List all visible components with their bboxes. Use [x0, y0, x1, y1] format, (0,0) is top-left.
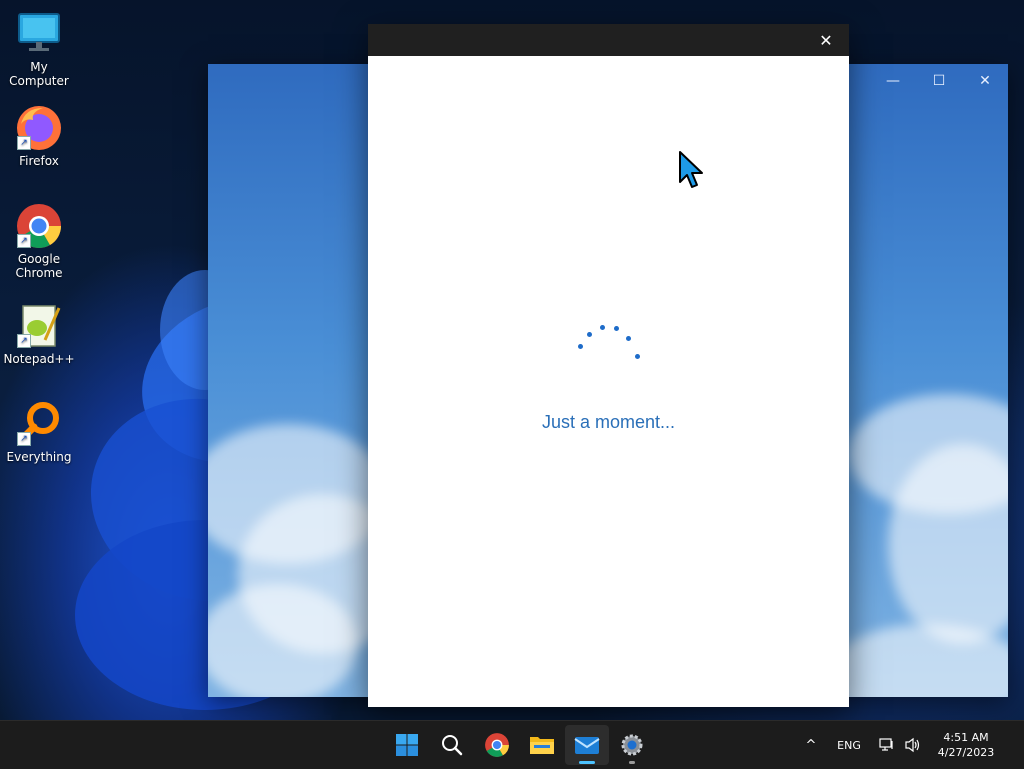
loading-dialog: ✕ Just a moment... — [368, 24, 849, 707]
dialog-titlebar[interactable]: ✕ — [368, 24, 849, 56]
spinner-dot — [635, 354, 640, 359]
chevron-up-icon: ^ — [805, 737, 817, 753]
shortcut-arrow-icon: ↗ — [17, 136, 31, 150]
clock[interactable]: 4:51 AM 4/27/2023 — [926, 730, 1024, 760]
desktop-icon-firefox[interactable]: ↗ Firefox — [0, 104, 78, 168]
notepadpp-icon: ↗ — [15, 302, 63, 350]
system-tray: ^ ENG 4:51 AM 4/27/2023 — [798, 721, 1024, 769]
spinner-dot — [587, 332, 592, 337]
spinner-dot — [600, 325, 605, 330]
mouse-cursor-icon — [678, 150, 706, 190]
language-indicator[interactable]: ENG — [824, 739, 874, 752]
monitor-icon — [15, 10, 63, 58]
minimize-button[interactable]: — — [870, 64, 916, 98]
dialog-close-button[interactable]: ✕ — [803, 24, 849, 56]
chrome-taskbar-button[interactable] — [475, 725, 519, 765]
shortcut-arrow-icon: ↗ — [17, 334, 31, 348]
loading-spinner — [573, 320, 653, 370]
maximize-button[interactable]: ☐ — [916, 64, 962, 98]
active-app-indicator — [578, 761, 595, 764]
volume-icon[interactable] — [900, 737, 926, 753]
shortcut-arrow-icon: ↗ — [17, 432, 31, 446]
windows-logo-icon — [395, 734, 418, 756]
firefox-icon: ↗ — [15, 104, 63, 152]
spinner-dot — [626, 336, 631, 341]
gear-icon — [621, 734, 642, 756]
taskbar: ^ ENG 4:51 AM 4/27/2023 — [0, 720, 1024, 769]
close-icon: ✕ — [819, 30, 833, 50]
desktop-icon-notepadpp[interactable]: ↗ Notepad++ — [0, 302, 78, 366]
running-app-indicator — [628, 761, 635, 764]
clock-time: 4:51 AM — [943, 731, 989, 744]
close-button[interactable]: ✕ — [962, 64, 1008, 98]
search-button[interactable] — [430, 725, 474, 765]
shortcut-arrow-icon: ↗ — [17, 234, 31, 248]
folder-icon — [529, 737, 554, 754]
desktop-icon-google-chrome[interactable]: ↗ Google Chrome — [0, 202, 78, 280]
clock-date: 4/27/2023 — [937, 746, 995, 759]
everything-search-icon: ↗ — [15, 400, 63, 448]
desktop-icon-label: Google Chrome — [15, 252, 63, 280]
desktop-icon-label: My Computer — [9, 60, 69, 88]
desktop-icon-everything[interactable]: ↗ Everything — [0, 400, 78, 464]
background-window-controls: — ☐ ✕ — [870, 64, 1008, 98]
tray-overflow-button[interactable]: ^ — [798, 738, 824, 753]
mail-button[interactable] — [564, 725, 609, 765]
file-explorer-button[interactable] — [520, 725, 564, 765]
taskbar-apps — [384, 721, 654, 769]
spinner-dot — [578, 344, 583, 349]
spinner-dot — [614, 326, 619, 331]
loading-message: Just a moment... — [541, 412, 676, 432]
desktop-icon-label: Notepad++ — [3, 352, 75, 366]
network-icon[interactable] — [874, 737, 900, 753]
search-icon — [441, 735, 462, 756]
start-button[interactable] — [385, 725, 429, 765]
language-label: ENG — [837, 738, 861, 752]
desktop-icon-my-computer[interactable]: My Computer — [0, 10, 78, 88]
desktop-icon-label: Firefox — [19, 154, 59, 168]
chrome-icon — [484, 733, 509, 757]
desktop-icon-label: Everything — [6, 450, 72, 464]
mail-icon — [573, 737, 600, 754]
chrome-icon: ↗ — [15, 202, 63, 250]
settings-button[interactable] — [610, 725, 654, 765]
